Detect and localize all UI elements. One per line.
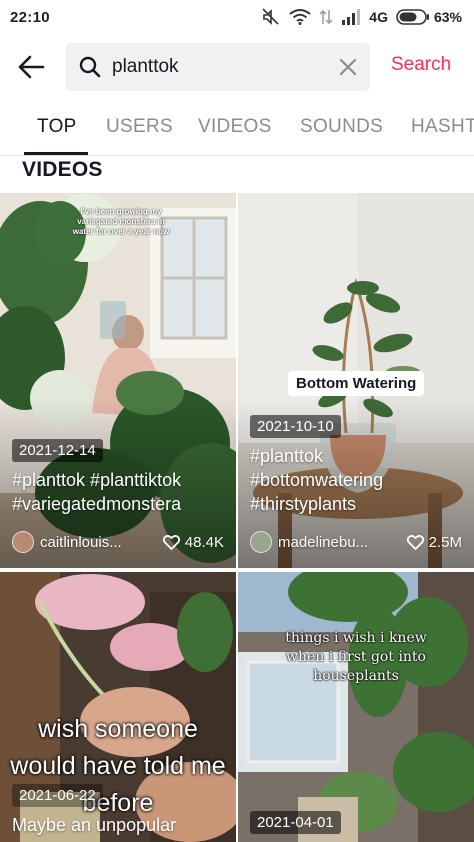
- video-overlay-text: things i wish i knew when i first got in…: [285, 630, 427, 684]
- battery-indicator: 63%: [396, 9, 462, 25]
- video-overlay-text: I've been growing my variegated monstera…: [72, 207, 170, 236]
- like-count: 48.4K: [162, 533, 224, 551]
- video-caption: #planttok #planttiktok #variegatedmonste…: [12, 468, 232, 516]
- username[interactable]: madelinebu...: [278, 534, 401, 551]
- caption-line: #planttok: [250, 446, 324, 466]
- status-icons: 4G 63%: [261, 8, 462, 26]
- likes-value: 2.5M: [428, 533, 462, 551]
- video-card[interactable]: things i wish i knew when i first got in…: [238, 572, 474, 842]
- video-caption: Maybe an unpopular: [12, 813, 232, 837]
- tab-top[interactable]: TOP: [37, 116, 77, 138]
- video-overlay-text: Bottom Watering: [288, 371, 425, 396]
- video-caption: #planttok #bottomwatering #thirstyplants: [250, 444, 470, 516]
- caption-line: #variegatedmonstera: [12, 494, 182, 514]
- wifi-icon: [289, 9, 311, 25]
- avatar[interactable]: [12, 531, 34, 553]
- active-tab-indicator: [24, 152, 88, 155]
- like-count: 2.5M: [406, 533, 462, 551]
- back-arrow-icon: [18, 55, 45, 79]
- search-icon: [78, 55, 102, 79]
- heart-icon: [162, 534, 180, 550]
- avatar[interactable]: [250, 531, 272, 553]
- caption-line: #thirstyplants: [250, 494, 357, 514]
- heart-icon: [406, 534, 424, 550]
- signal-icon: [341, 9, 361, 25]
- caption-line: Maybe an unpopular: [12, 815, 177, 835]
- clear-search-icon[interactable]: [336, 55, 360, 79]
- video-grid: I've been growing my variegated monstera…: [0, 193, 474, 842]
- caption-line: #planttok #planttiktok: [12, 470, 182, 490]
- caption-line: #bottomwatering: [250, 470, 384, 490]
- video-card[interactable]: Bottom Watering 2021-10-10 #planttok #bo…: [238, 193, 474, 568]
- tab-sounds[interactable]: SOUNDS: [300, 116, 383, 138]
- search-tabs: TOP USERS VIDEOS SOUNDS HASHTAGS: [0, 108, 474, 156]
- tab-videos[interactable]: VIDEOS: [198, 116, 272, 138]
- network-type: 4G: [369, 9, 388, 25]
- video-thumbnail: [238, 572, 474, 842]
- tab-hashtags[interactable]: HASHTAGS: [411, 116, 474, 138]
- mute-icon: [261, 8, 281, 26]
- battery-icon: [396, 9, 429, 25]
- likes-value: 48.4K: [184, 533, 224, 551]
- tab-users[interactable]: USERS: [106, 116, 173, 138]
- video-card[interactable]: wish someone would have told me before 2…: [0, 572, 236, 842]
- search-button[interactable]: Search: [391, 54, 451, 76]
- back-button[interactable]: [14, 52, 48, 82]
- section-title: VIDEOS: [22, 158, 103, 181]
- battery-percent: 63%: [433, 9, 462, 25]
- status-time: 22:10: [10, 8, 50, 26]
- video-date: 2021-10-10: [250, 415, 341, 438]
- video-card[interactable]: I've been growing my variegated monstera…: [0, 193, 236, 568]
- video-date: 2021-06-22: [12, 784, 103, 807]
- video-footer: caitlinlouis... 48.4K: [12, 530, 224, 554]
- video-date: 2021-04-01: [250, 811, 341, 834]
- video-footer: madelinebu... 2.5M: [250, 530, 462, 554]
- data-transfer-icon: [319, 9, 333, 25]
- video-date: 2021-12-14: [12, 439, 103, 462]
- search-box[interactable]: [66, 43, 370, 91]
- status-bar: 22:10 4G 63%: [0, 0, 474, 34]
- username[interactable]: caitlinlouis...: [40, 534, 157, 551]
- search-input[interactable]: [112, 56, 322, 78]
- search-header: Search: [0, 42, 474, 92]
